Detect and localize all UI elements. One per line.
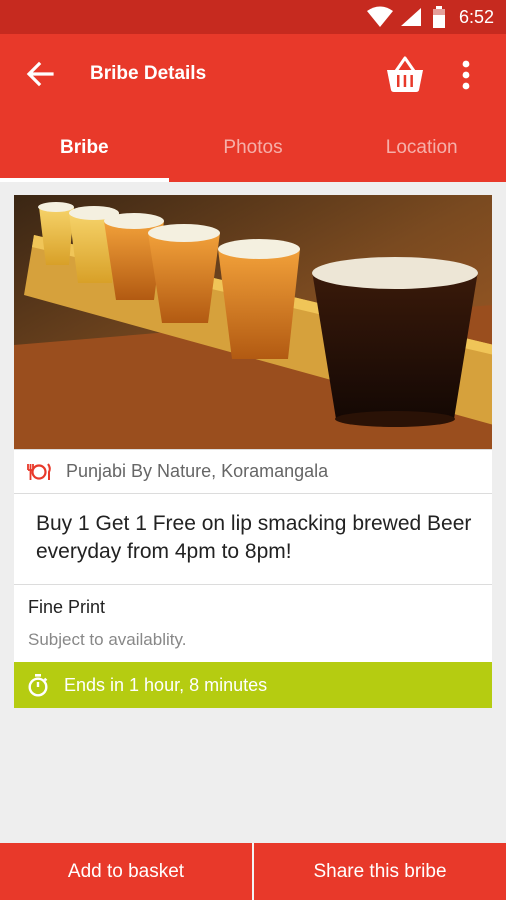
- back-arrow-icon[interactable]: [22, 56, 58, 92]
- share-bribe-button[interactable]: Share this bribe: [252, 843, 506, 900]
- timer-text: Ends in 1 hour, 8 minutes: [64, 674, 268, 695]
- offer-text: Buy 1 Get 1 Free on lip smacking brewed …: [14, 493, 492, 584]
- more-vert-icon[interactable]: [452, 58, 480, 94]
- add-to-basket-button[interactable]: Add to basket: [0, 843, 252, 900]
- bribe-photo: [14, 195, 492, 449]
- basket-icon[interactable]: [384, 54, 426, 96]
- signal-icon: [401, 8, 421, 26]
- tab-photos[interactable]: Photos: [169, 116, 338, 182]
- tab-bribe[interactable]: Bribe: [0, 116, 169, 182]
- battery-icon: [433, 6, 445, 28]
- venue-name: Punjabi By Nature, Koramangala: [66, 461, 329, 481]
- restaurant-icon: [27, 462, 51, 480]
- status-time: 6:52: [458, 7, 494, 27]
- stopwatch-icon: [28, 674, 48, 697]
- bottom-action-bar: Add to basket Share this bribe: [0, 843, 506, 900]
- status-bar: 6:52: [0, 0, 506, 34]
- venue-row: Punjabi By Nature, Koramangala: [14, 449, 492, 493]
- app-bar: Bribe Details: [0, 34, 506, 116]
- timer-bar: Ends in 1 hour, 8 minutes: [14, 662, 492, 708]
- fine-print-text: Subject to availablity.: [28, 630, 187, 649]
- fine-print-heading: Fine Print: [28, 597, 106, 617]
- tab-bar: Bribe Photos Location: [0, 116, 506, 182]
- tab-location[interactable]: Location: [337, 116, 506, 182]
- fine-print-section: Fine Print Subject to availablity.: [14, 584, 492, 662]
- bribe-card: Punjabi By Nature, Koramangala Buy 1 Get…: [14, 195, 492, 708]
- wifi-icon: [367, 6, 393, 27]
- page-title: Bribe Details: [90, 63, 207, 84]
